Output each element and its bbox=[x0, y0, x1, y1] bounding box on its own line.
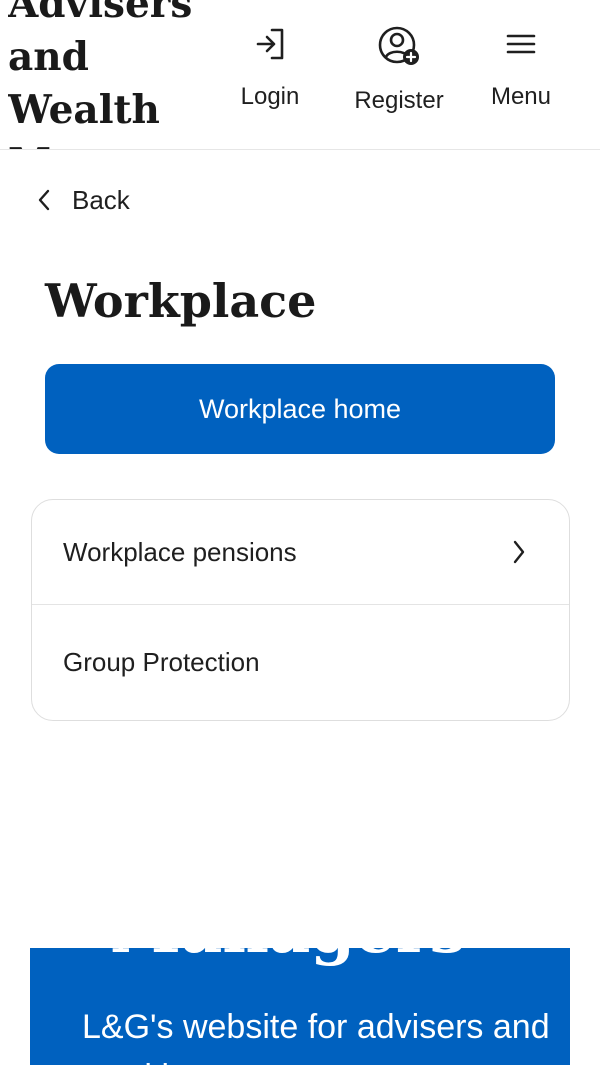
submenu-list: Workplace pensions Group Protection bbox=[31, 499, 570, 721]
menu-label: Menu bbox=[490, 83, 552, 110]
list-item-group-protection[interactable]: Group Protection bbox=[32, 604, 569, 720]
login-arrow-icon bbox=[256, 28, 284, 60]
page-title: Workplace bbox=[45, 274, 317, 328]
brand-line: Managers bbox=[8, 137, 223, 149]
brand-line: and bbox=[8, 34, 89, 80]
footer-promo-panel: Managers L&G's website for advisers and … bbox=[30, 948, 570, 1065]
list-item-label: Group Protection bbox=[63, 647, 260, 677]
footer-heading: Managers bbox=[110, 948, 466, 966]
chevron-left-icon bbox=[38, 189, 50, 211]
workplace-home-button[interactable]: Workplace home bbox=[45, 364, 555, 454]
user-add-icon bbox=[378, 26, 419, 65]
back-label: Back bbox=[72, 184, 130, 215]
brand-line: Wealth bbox=[8, 87, 160, 133]
hamburger-menu-icon bbox=[506, 34, 536, 54]
brand-line: Advisers bbox=[8, 0, 193, 27]
chevron-right-icon bbox=[513, 540, 525, 564]
register-label: Register bbox=[354, 87, 444, 114]
list-item-workplace-pensions[interactable]: Workplace pensions bbox=[32, 500, 569, 604]
brand-title[interactable]: Advisers and Wealth Managers bbox=[8, 0, 223, 149]
footer-text: L&G's website for advisers and wealth ma… bbox=[82, 1008, 550, 1065]
list-item-label: Workplace pensions bbox=[63, 536, 297, 567]
back-button[interactable]: Back bbox=[36, 180, 130, 220]
login-button[interactable]: Login bbox=[232, 24, 308, 112]
workplace-home-label: Workplace home bbox=[198, 393, 402, 424]
register-button[interactable]: Register bbox=[343, 24, 455, 116]
login-label: Login bbox=[240, 83, 300, 110]
menu-button[interactable]: Menu bbox=[482, 24, 560, 112]
site-header: Advisers and Wealth Managers Login Regis… bbox=[0, 0, 600, 150]
